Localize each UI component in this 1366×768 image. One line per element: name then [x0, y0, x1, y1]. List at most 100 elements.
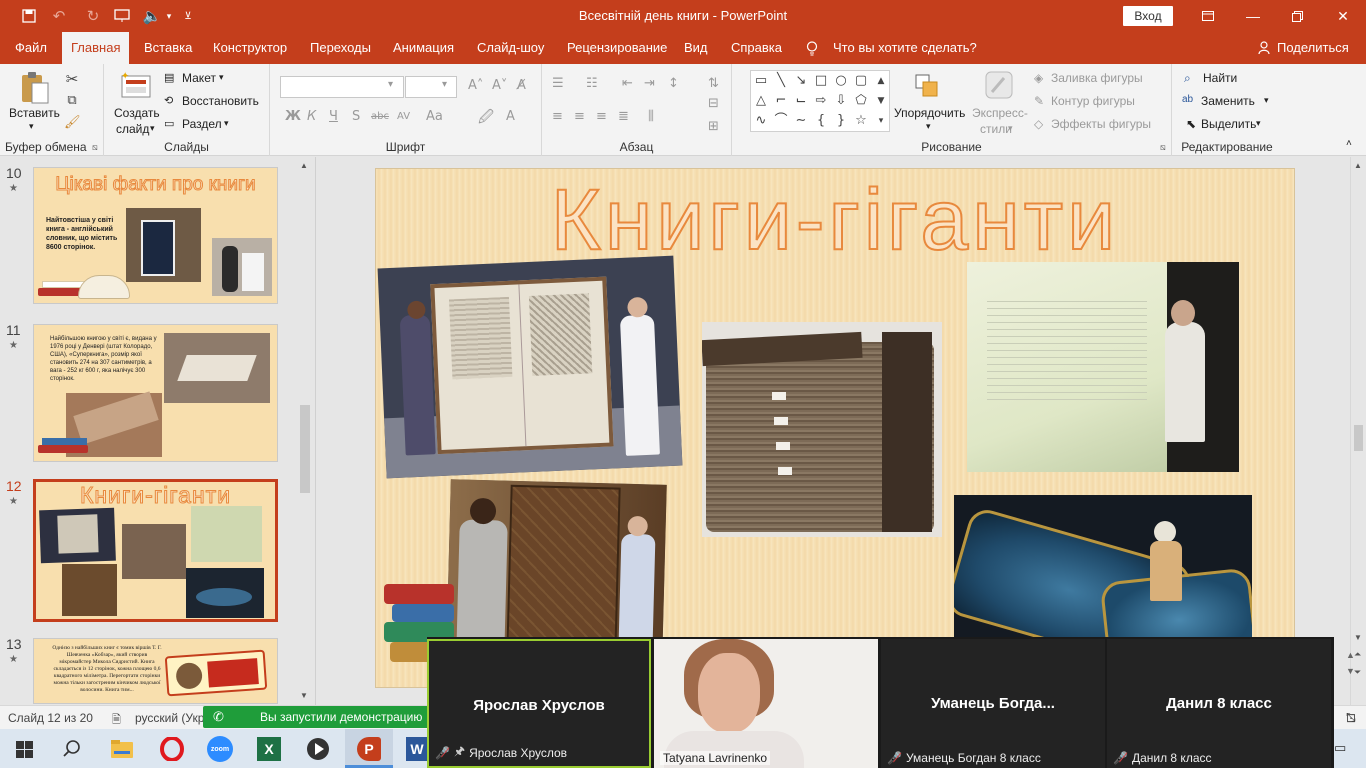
reset-button[interactable]: Восстановить [182, 94, 259, 108]
right-arrow-shape-icon[interactable]: ⇨ [813, 94, 829, 108]
chevron-down-icon[interactable]: ▾ [926, 121, 931, 132]
quick-styles-icon[interactable] [984, 70, 1014, 103]
chevron-down-icon[interactable]: ▾ [29, 121, 34, 132]
scroll-up-icon[interactable]: ▲ [1354, 161, 1362, 170]
connector-shape-icon[interactable]: ⌐ [773, 94, 789, 108]
shape-fill-icon[interactable]: ◈ [1034, 71, 1043, 85]
slide-thumbnail-10[interactable]: Цікаві факти про книги Найтовстіша у сві… [33, 167, 278, 304]
align-left-icon[interactable]: ≡ [552, 109, 563, 124]
curve-shape-icon[interactable]: ∿ [753, 114, 769, 128]
italic-button[interactable]: К [307, 109, 316, 124]
slide-scrollbar[interactable]: ▲ ▼ ⏶ ⏷ [1350, 157, 1366, 705]
paste-icon[interactable] [19, 70, 51, 109]
restore-icon[interactable] [1274, 0, 1320, 32]
highlight-icon[interactable]: 🖉 [478, 107, 494, 132]
tab-home[interactable]: Главная [62, 32, 130, 64]
columns-icon[interactable]: ⫼ [648, 109, 654, 124]
close-icon[interactable]: ✕ [1320, 0, 1366, 32]
media-player-icon[interactable] [304, 735, 332, 763]
decrease-indent-icon[interactable]: ⇤ [622, 76, 633, 91]
align-right-icon[interactable]: ≡ [596, 109, 607, 124]
section-button[interactable]: Раздел [182, 117, 222, 131]
section-icon[interactable]: ▭ [164, 117, 174, 130]
line-spacing-icon[interactable]: ↕ [668, 76, 679, 91]
elbow-shape-icon[interactable]: ⌙ [793, 94, 809, 108]
next-slide-icon[interactable]: ⏷ [1354, 667, 1361, 678]
textbox-shape-icon[interactable]: ▭ [753, 74, 769, 88]
justify-icon[interactable]: ≣ [618, 109, 629, 124]
slide-thumbnail-13[interactable]: Однією з найбільших книг є томик віршів … [33, 638, 278, 704]
chevron-down-icon[interactable]: ▾ [150, 123, 155, 134]
current-slide[interactable]: Книги-гіганти [375, 168, 1295, 688]
screen-share-notice[interactable]: ✆ Вы запустили демонстрацию [203, 706, 431, 728]
gallery-more-icon[interactable]: ▾ [873, 114, 889, 128]
sign-in-button[interactable]: Вход [1123, 6, 1173, 26]
align-center-icon[interactable]: ≡ [574, 109, 585, 124]
find-icon[interactable]: ⌕ [1184, 71, 1191, 86]
slide-thumbnail-12[interactable]: Книги-гіганти [33, 479, 278, 622]
arrange-icon[interactable] [913, 72, 941, 103]
copy-icon[interactable]: ⧉ [64, 94, 80, 108]
underline-button[interactable]: Ч [329, 109, 338, 124]
decrease-font-icon[interactable]: A˅ [492, 78, 507, 93]
new-slide-icon[interactable]: ✦ [119, 70, 153, 103]
shape-effects-icon[interactable]: ◇ [1034, 117, 1043, 131]
search-icon[interactable] [58, 735, 86, 763]
shadow-button[interactable]: S [352, 109, 360, 124]
ribbon-display-options-icon[interactable] [1185, 0, 1231, 32]
thumbnails-scrollbar[interactable]: ▲ ▼ [298, 157, 312, 705]
tab-help[interactable]: Справка [731, 32, 782, 64]
shape-outline-icon[interactable]: ✎ [1034, 94, 1044, 108]
minimize-icon[interactable]: — [1230, 0, 1276, 32]
participant-tile[interactable]: Данил 8 класс 🎤̸ Данил 8 класс [1107, 639, 1331, 768]
bullets-icon[interactable]: ☰ [552, 76, 564, 91]
replace-icon[interactable]: ab [1182, 94, 1193, 105]
bold-button[interactable]: Ж [285, 109, 301, 124]
increase-font-icon[interactable]: A˄ [468, 78, 483, 93]
participant-tile-video[interactable]: Tatyana Lavrinenko [654, 639, 878, 768]
shape-fill-button[interactable]: Заливка фигуры [1051, 71, 1143, 85]
share-button[interactable]: Поделиться [1277, 32, 1349, 64]
previous-slide-icon[interactable]: ⏶ [1354, 649, 1361, 660]
paste-button[interactable]: Вставить [9, 106, 60, 120]
slide-title[interactable]: Книги-гіганти [376, 171, 1294, 270]
align-text-icon[interactable]: ⊟ [708, 96, 719, 111]
pentagon-shape-icon[interactable]: ⬠ [853, 94, 869, 108]
strikethrough-icon[interactable]: abc [371, 111, 389, 122]
line-shape-icon[interactable]: ╲ [773, 74, 789, 88]
chevron-down-icon[interactable]: ▾ [1008, 123, 1013, 134]
scroll-down-icon[interactable]: ▼ [300, 691, 308, 700]
language-indicator[interactable]: русский (Укр [135, 711, 204, 725]
chevron-down-icon[interactable]: ▾ [224, 118, 229, 129]
triangle-shape-icon[interactable]: △ [753, 94, 769, 108]
cut-icon[interactable]: ✂ [64, 72, 80, 87]
expand-icon[interactable]: ⤡ [1346, 710, 1356, 725]
reset-icon[interactable]: ⟲ [164, 94, 173, 107]
brace-right-shape-icon[interactable]: } [833, 114, 849, 128]
scroll-up-icon[interactable]: ▲ [300, 161, 308, 170]
wave-shape-icon[interactable]: ∼ [793, 114, 809, 128]
tab-review[interactable]: Рецензирование [567, 32, 667, 64]
change-case-icon[interactable]: Aa [426, 109, 443, 124]
notifications-icon[interactable]: ▭ [1334, 740, 1346, 756]
slide-thumbnail-11[interactable]: Найбільшою книгою у світі є, видана у 19… [33, 324, 278, 462]
giant-atlas-photo[interactable] [377, 255, 683, 479]
smartart-icon[interactable]: ⊞ [708, 119, 719, 134]
rounded-rect-shape-icon[interactable]: ▢ [853, 74, 869, 88]
tell-me-search[interactable]: Что вы хотите сделать? [833, 32, 977, 64]
new-slide-button-line2[interactable]: слайд [116, 122, 149, 136]
strip-scroll-down-icon[interactable]: ▼ [1346, 666, 1355, 676]
arrow-line-shape-icon[interactable]: ↘ [793, 74, 809, 88]
opera-icon[interactable] [158, 735, 186, 763]
chevron-down-icon[interactable]: ▾ [219, 72, 224, 83]
char-spacing-icon[interactable]: AV [397, 111, 410, 122]
arc-shape-icon[interactable]: ⌒ [773, 114, 789, 128]
scrollbar-thumb[interactable] [1354, 425, 1363, 451]
participant-tile[interactable]: Ярослав Хруслов 🎤̸ 🖈 Ярослав Хруслов [427, 639, 651, 768]
dialog-launcher-icon[interactable]: ⧅ [92, 142, 98, 153]
text-direction-icon[interactable]: ⇅ [708, 76, 719, 91]
participant-tile[interactable]: Уманець Богда... 🎤̸ Уманець Богдан 8 кла… [881, 639, 1105, 768]
rectangle-shape-icon[interactable]: □ [813, 74, 829, 88]
spelling-icon[interactable]: 🗎 [112, 711, 121, 730]
tab-insert[interactable]: Вставка [144, 32, 192, 64]
